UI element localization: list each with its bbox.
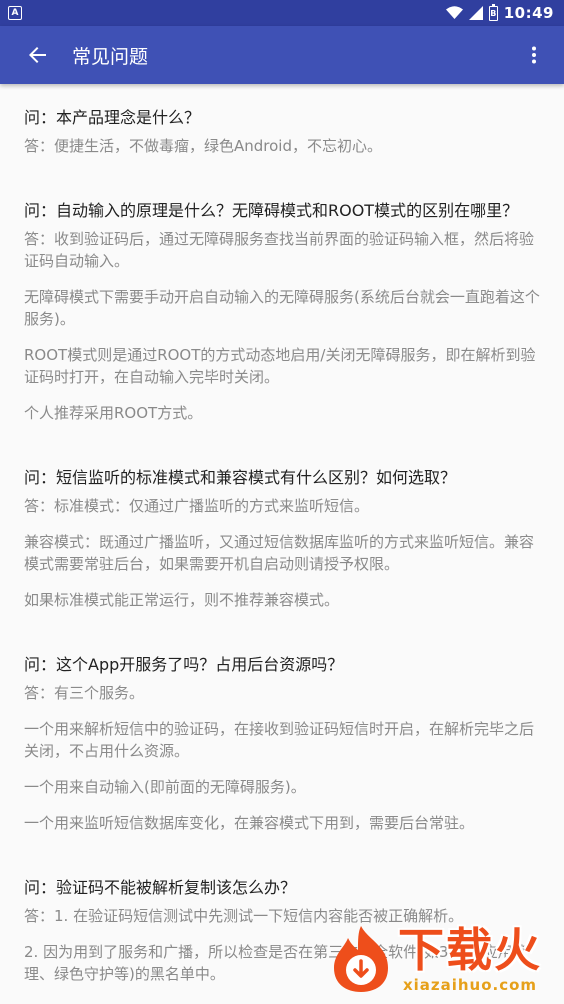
status-time: 10:49 <box>503 4 554 22</box>
faq-question: 问：自动输入的原理是什么？无障碍模式和ROOT模式的区别在哪里？ <box>24 201 519 220</box>
faq-answer: 答：便捷生活，不做毒瘤，绿色Android，不忘初心。 <box>24 137 382 155</box>
faq-question: 问：本产品理念是什么？ <box>24 108 201 127</box>
faq-answer: 答：收到验证码后，通过无障碍服务查找当前界面的验证码输入框，然后将验证码自动输入… <box>24 230 535 270</box>
battery-icon: B <box>488 3 498 21</box>
cell-signal-icon <box>468 6 483 20</box>
battery-badge: B <box>490 8 497 18</box>
wifi-icon <box>445 6 463 19</box>
arrow-back-icon <box>29 47 46 63</box>
status-bar: A B 10:49 <box>0 0 564 26</box>
faq-question: 问：验证码不能被解析复制该怎么办？ <box>24 878 297 897</box>
watermark-logo: 下载火 xiazaihuo.com <box>328 916 558 1002</box>
faq-answer: 无障碍模式下需要手动开启自动输入的无障碍服务(系统后台就会一直跑着这个服务)。 <box>24 288 540 328</box>
faq-answer: 一个用来自动输入(即前面的无障碍服务)。 <box>24 778 306 796</box>
faq-answer: 答：标准模式：仅通过广播监听的方式来监听短信。 <box>24 497 370 515</box>
faq-question: 问：短信监听的标准模式和兼容模式有什么区别？如何选取？ <box>24 468 457 487</box>
faq-answer: 一个用来解析短信中的验证码，在接收到验证码短信时开启，在解析完毕之后关闭，不占用… <box>24 720 535 760</box>
more-vert-icon <box>532 46 536 64</box>
watermark-sub: xiazaihuo.com <box>402 976 538 994</box>
faq-list[interactable]: 问：本产品理念是什么？ 答：便捷生活，不做毒瘤，绿色Android，不忘初心。 问：… <box>0 84 564 1004</box>
flame-logo-icon <box>328 924 394 994</box>
app-toolbar: 常见问题 <box>0 26 564 84</box>
overflow-menu-button[interactable] <box>514 27 554 83</box>
faq-answer: 兼容模式：既通过广播监听，又通过短信数据库监听的方式来监听短信。兼容模式需要常驻… <box>24 533 535 573</box>
page-title: 常见问题 <box>72 45 149 68</box>
faq-item: 问：自动输入的原理是什么？无障碍模式和ROOT模式的区别在哪里？ 答：收到验证码后… <box>24 199 540 424</box>
notification-app-icon: A <box>8 6 22 20</box>
watermark-text: 下载火 xiazaihuo.com <box>398 924 542 994</box>
faq-item: 问：短信监听的标准模式和兼容模式有什么区别？如何选取？ 答：标准模式：仅通过广播监… <box>24 466 540 611</box>
watermark-main: 下载火 <box>398 923 542 977</box>
faq-item: 问：本产品理念是什么？ 答：便捷生活，不做毒瘤，绿色Android，不忘初心。 <box>24 106 540 157</box>
faq-question: 问：这个App开服务了吗？占用后台资源吗？ <box>24 655 344 674</box>
faq-item: 问：这个App开服务了吗？占用后台资源吗？ 答：有三个服务。一个用来解析短信中的验… <box>24 653 540 834</box>
back-button[interactable] <box>10 27 66 83</box>
faq-answer: 答：有三个服务。 <box>24 684 145 702</box>
faq-answer: 如果标准模式能正常运行，则不推荐兼容模式。 <box>24 591 340 609</box>
status-icons: B 10:49 <box>445 3 554 22</box>
faq-answer: 个人推荐采用ROOT方式。 <box>24 404 203 422</box>
faq-answer: 一个用来监听短信数据库变化，在兼容模式下用到，需要后台常驻。 <box>24 814 475 832</box>
faq-answer: ROOT模式则是通过ROOT的方式动态地启用/关闭无障碍服务，即在解析到验证码时… <box>24 346 536 386</box>
